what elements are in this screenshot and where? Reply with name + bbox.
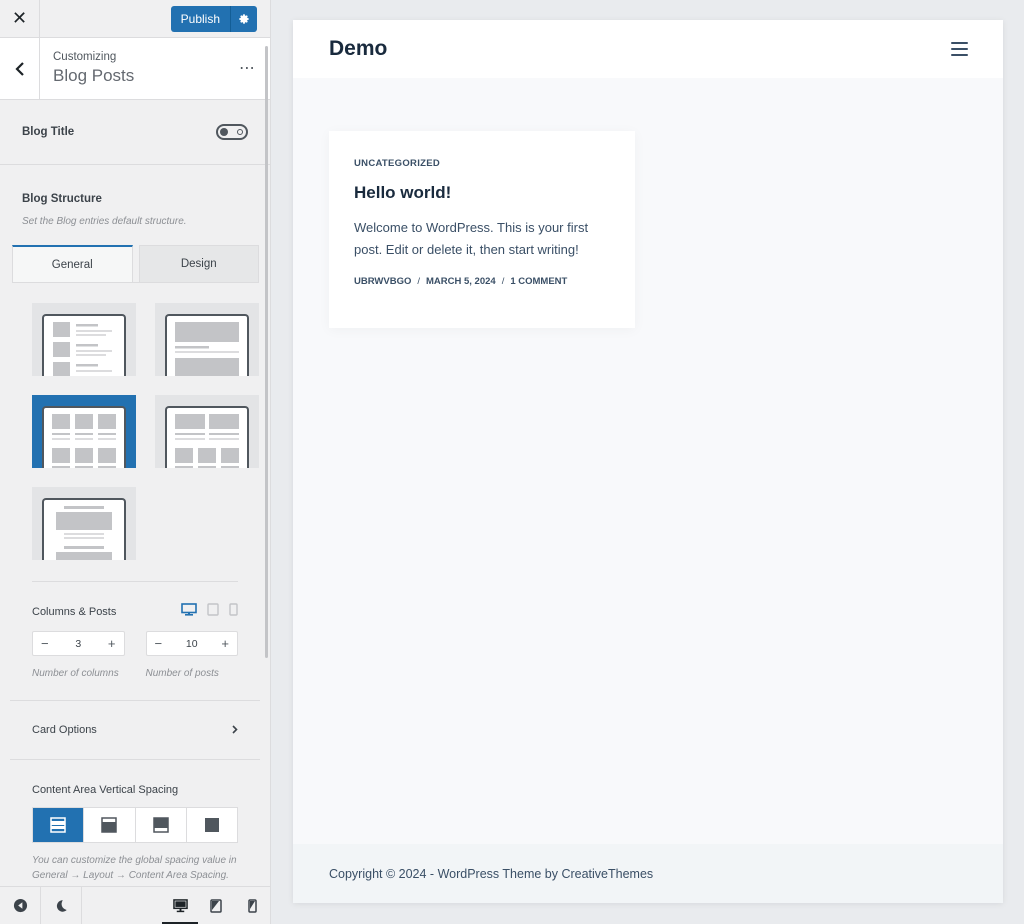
toggle-off-ring-icon	[237, 129, 243, 135]
columns-decrease-button[interactable]: −	[41, 636, 49, 651]
tablet-icon[interactable]	[207, 603, 219, 621]
posts-stepper: − 10 +	[145, 631, 238, 656]
section-subtitle: Customizing	[53, 51, 117, 63]
blog-structure-description: Set the Blog entries default structure.	[22, 216, 187, 227]
back-chevron-icon[interactable]	[0, 38, 40, 99]
layout-classic-icon	[165, 314, 249, 376]
menu-hamburger-icon[interactable]	[951, 42, 968, 56]
more-options-icon[interactable]: ⋯	[239, 58, 256, 78]
layout-classic-option[interactable]	[155, 303, 259, 376]
posts-value[interactable]: 10	[186, 638, 198, 650]
spacing-bottom-button[interactable]	[135, 808, 187, 842]
tab-general[interactable]: General	[12, 245, 133, 282]
layout-grid-option[interactable]	[32, 395, 136, 468]
post-title[interactable]: Hello world!	[354, 183, 610, 203]
responsive-device-switcher	[181, 603, 238, 621]
stepper-notes: Number of columns Number of posts	[32, 668, 238, 679]
post-author[interactable]: UBRWVBGO	[354, 276, 411, 287]
blog-structure-label: Blog Structure	[22, 193, 102, 205]
columns-posts-header: Columns & Posts	[32, 603, 238, 621]
posts-increase-button[interactable]: +	[221, 636, 229, 651]
spacing-top-bottom-button[interactable]	[33, 808, 85, 842]
post-card: UNCATEGORIZED Hello world! Welcome to Wo…	[329, 131, 635, 328]
preview-tablet-icon[interactable]	[198, 887, 234, 924]
blog-title-toggle[interactable]	[216, 124, 248, 140]
section-title: Blog Posts	[53, 66, 135, 85]
preview-desktop-icon[interactable]	[162, 887, 198, 924]
layout-gutenberg-option[interactable]	[32, 487, 136, 560]
publish-settings-gear-icon[interactable]	[231, 6, 257, 32]
card-options-label: Card Options	[32, 724, 97, 736]
blog-title-control: Blog Title	[0, 100, 270, 165]
customizer-footer	[0, 886, 270, 924]
chevron-right-icon	[232, 721, 238, 739]
customizer-topbar: ✕ Publish	[0, 0, 270, 38]
post-comments[interactable]: 1 COMMENT	[510, 276, 567, 287]
meta-separator: /	[501, 276, 505, 287]
post-category[interactable]: UNCATEGORIZED	[354, 158, 610, 169]
section-titles: Customizing Blog Posts	[40, 38, 134, 99]
sidebar-scrollbar[interactable]	[265, 46, 268, 658]
hamburger-line	[951, 54, 968, 56]
columns-posts-label: Columns & Posts	[32, 606, 117, 618]
layout-simple-icon	[42, 314, 126, 376]
publish-button[interactable]: Publish	[170, 6, 231, 32]
general-tab-panel: Columns & Posts − 3 + − 10 + Number of c…	[10, 282, 260, 883]
post-excerpt: Welcome to WordPress. This is your first…	[354, 220, 589, 257]
card-options-row[interactable]: Card Options	[10, 700, 260, 760]
columns-note: Number of columns	[32, 668, 119, 679]
desktop-icon[interactable]	[181, 603, 197, 621]
steppers-row: − 3 + − 10 +	[32, 631, 238, 656]
hamburger-line	[951, 48, 968, 50]
layout-enhanced-grid-option[interactable]	[155, 395, 259, 468]
site-header: Demo	[293, 20, 1003, 78]
layout-grid-icon	[42, 406, 126, 468]
columns-value[interactable]: 3	[75, 638, 81, 650]
preview-device-switcher	[162, 887, 270, 924]
layout-enhanced-grid-icon	[165, 406, 249, 468]
meta-separator: /	[417, 276, 420, 287]
blog-structure-control: Blog Structure Set the Blog entries defa…	[0, 165, 270, 883]
site-preview: Demo UNCATEGORIZED Hello world! Welcome …	[293, 20, 1003, 903]
columns-increase-button[interactable]: +	[108, 636, 116, 651]
site-title[interactable]: Demo	[329, 37, 387, 61]
spacing-top-button[interactable]	[84, 808, 136, 842]
vertical-spacing-label: Content Area Vertical Spacing	[32, 784, 179, 796]
layout-simple-option[interactable]	[32, 303, 136, 376]
layout-options	[32, 303, 259, 560]
section-header: Customizing Blog Posts ⋯	[0, 38, 270, 100]
mobile-icon[interactable]	[229, 603, 238, 621]
posts-decrease-button[interactable]: −	[155, 636, 163, 651]
layout-gutenberg-icon	[42, 498, 126, 560]
tab-design[interactable]: Design	[138, 245, 259, 282]
blog-title-label: Blog Title	[22, 126, 75, 138]
site-footer: Copyright © 2024 - WordPress Theme by Cr…	[293, 844, 1003, 903]
vertical-spacing-options	[32, 807, 238, 843]
toggle-knob	[220, 128, 228, 136]
publish-group: Publish	[170, 6, 257, 32]
structure-tabs: General Design	[12, 245, 259, 282]
columns-stepper: − 3 +	[32, 631, 125, 656]
post-meta: UBRWVBGO / MARCH 5, 2024 / 1 COMMENT	[354, 276, 610, 287]
post-date[interactable]: MARCH 5, 2024	[426, 276, 496, 287]
vertical-spacing-note: You can customize the global spacing val…	[32, 855, 237, 881]
footer-copyright: Copyright © 2024 - WordPress Theme by Cr…	[329, 866, 654, 881]
posts-note: Number of posts	[145, 668, 219, 679]
hide-controls-icon[interactable]	[0, 886, 41, 924]
preview-mobile-icon[interactable]	[234, 887, 270, 924]
customizer-sidebar: ✕ Publish Customizing Blog Posts ⋯ Blog …	[0, 0, 271, 924]
dark-mode-moon-icon[interactable]	[41, 886, 82, 924]
vertical-spacing-control: Content Area Vertical Spacing You can cu…	[32, 760, 238, 883]
hamburger-line	[951, 42, 968, 44]
divider	[32, 581, 238, 582]
close-icon[interactable]: ✕	[0, 0, 40, 38]
spacing-none-button[interactable]	[186, 808, 237, 842]
